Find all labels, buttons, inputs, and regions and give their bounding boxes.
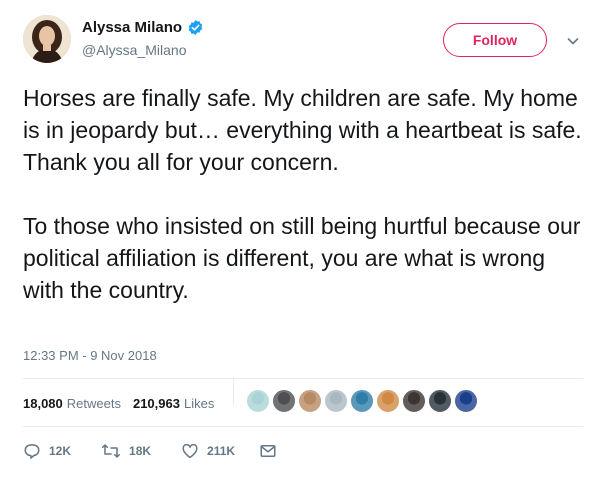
stats-separator — [233, 377, 234, 405]
envelope-icon — [259, 442, 277, 460]
user-handle[interactable]: @Alyssa_Milano — [82, 42, 186, 58]
name-row: Alyssa Milano — [82, 19, 204, 36]
retweet-button[interactable]: 18K — [101, 442, 151, 460]
retweets-stat[interactable]: 18,080 Retweets — [23, 396, 121, 411]
chevron-down-icon[interactable] — [565, 33, 581, 49]
likes-stat[interactable]: 210,963 Likes — [133, 396, 214, 411]
tweet-actions: 12K 18K 211K — [23, 440, 277, 462]
stats-row: 18,080 Retweets 210,963 Likes — [23, 389, 226, 417]
verified-badge-icon — [187, 19, 204, 36]
liker-avatar[interactable] — [454, 389, 478, 413]
avatar[interactable] — [23, 15, 71, 63]
likers-avatars — [246, 389, 480, 413]
follow-button[interactable]: Follow — [443, 23, 547, 57]
reply-count: 12K — [49, 444, 72, 458]
like-count: 211K — [207, 444, 236, 458]
reply-button[interactable]: 12K — [23, 442, 71, 460]
retweet-count: 18K — [129, 444, 152, 458]
liker-avatar[interactable] — [246, 389, 270, 413]
liker-avatar[interactable] — [402, 389, 426, 413]
liker-avatar[interactable] — [272, 389, 296, 413]
tweet-card: Alyssa Milano @Alyssa_Milano Follow Hors… — [0, 0, 603, 478]
retweets-count: 18,080 — [23, 395, 63, 411]
like-button[interactable]: 211K — [181, 442, 235, 460]
direct-message-button[interactable] — [259, 442, 277, 460]
tweet-text: Horses are finally safe. My children are… — [23, 82, 583, 306]
liker-avatar[interactable] — [376, 389, 400, 413]
divider — [23, 378, 583, 379]
liker-avatar[interactable] — [350, 389, 374, 413]
likes-label: Likes — [183, 395, 215, 411]
likes-count: 210,963 — [132, 395, 180, 411]
divider — [23, 426, 583, 427]
tweet-timestamp[interactable]: 12:33 PM - 9 Nov 2018 — [23, 348, 157, 363]
retweets-label: Retweets — [66, 395, 121, 411]
display-name[interactable]: Alyssa Milano — [82, 19, 182, 36]
liker-avatar[interactable] — [428, 389, 452, 413]
liker-avatar[interactable] — [298, 389, 322, 413]
heart-icon — [181, 442, 199, 460]
retweet-icon — [101, 442, 121, 460]
liker-avatar[interactable] — [324, 389, 348, 413]
tweet-paragraph: To those who insisted on still being hur… — [23, 213, 581, 303]
tweet-paragraph: Horses are finally safe. My children are… — [23, 85, 582, 175]
reply-icon — [23, 442, 41, 460]
